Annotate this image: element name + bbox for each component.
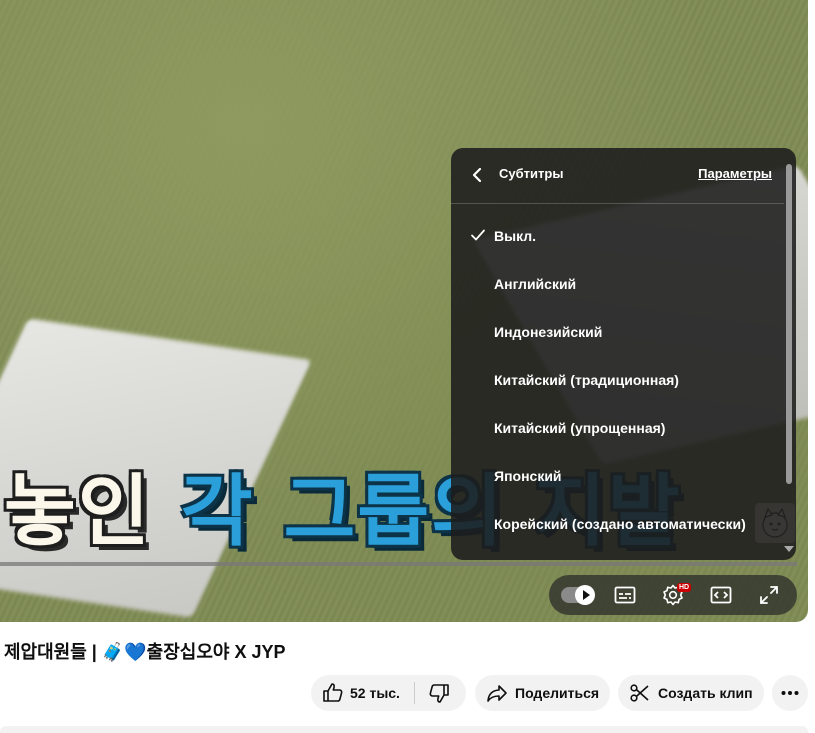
subtitle-option-japanese[interactable]: Японский — [451, 452, 784, 500]
subtitles-params-link[interactable]: Параметры — [698, 166, 772, 181]
subtitles-menu-title: Субтитры — [499, 166, 564, 181]
dislike-button[interactable] — [415, 675, 466, 711]
subtitle-option-label: Выкл. — [494, 228, 537, 244]
caption-white-text: 놓인 — [4, 467, 181, 557]
chevron-left-icon — [472, 167, 482, 183]
video-title: 제압대원들 | 🧳💙출장십오야 X JYP — [4, 642, 286, 662]
back-button[interactable] — [465, 162, 491, 188]
thumbs-down-icon — [429, 684, 449, 703]
subtitle-option-label: Китайский (упрощенная) — [494, 420, 666, 436]
description-box[interactable] — [0, 726, 808, 733]
player-controls: HD — [549, 575, 797, 615]
hd-badge: HD — [677, 583, 692, 592]
subtitle-option-label: Японский — [494, 468, 562, 484]
like-dislike-group: 52 тыс. — [311, 675, 466, 711]
more-horizontal-icon — [781, 691, 799, 695]
subtitles-icon — [614, 586, 636, 604]
fullscreen-icon — [760, 586, 778, 604]
fullscreen-button[interactable] — [757, 583, 781, 607]
thumbs-up-icon — [323, 683, 343, 702]
scroll-down-arrow-icon[interactable] — [784, 546, 794, 552]
subtitle-option-label: Английский — [494, 276, 577, 292]
subtitles-menu: Субтитры Параметры Выкл. Английский Индо… — [451, 148, 796, 560]
subtitle-option-indonesian[interactable]: Индонезийский — [451, 308, 784, 356]
subtitle-option-label: Индонезийский — [494, 324, 603, 340]
progress-bar[interactable] — [0, 562, 797, 566]
subtitles-button[interactable] — [613, 583, 637, 607]
checkmark-icon — [471, 229, 485, 241]
share-icon — [487, 685, 507, 702]
like-button[interactable]: 52 тыс. — [311, 675, 414, 711]
subtitle-option-korean-auto[interactable]: Корейский (создано автоматически) — [451, 500, 784, 548]
embed-button[interactable] — [709, 583, 733, 607]
play-icon — [575, 585, 595, 605]
subtitles-menu-header: Субтитры Параметры — [451, 148, 784, 204]
subtitle-option-chinese-traditional[interactable]: Китайский (традиционная) — [451, 356, 784, 404]
subtitle-option-off[interactable]: Выкл. — [451, 212, 784, 260]
video-player[interactable]: 놓인 각 그룹의 지발 Субтитры Параметры Выкл. Анг… — [0, 0, 808, 622]
like-count: 52 тыс. — [350, 685, 400, 701]
create-clip-button[interactable]: Создать клип — [618, 675, 764, 711]
autoplay-toggle[interactable] — [561, 585, 595, 605]
more-actions-button[interactable] — [772, 675, 808, 711]
share-button[interactable]: Поделиться — [475, 675, 610, 711]
share-label: Поделиться — [515, 685, 600, 701]
menu-scrollbar-thumb[interactable] — [786, 164, 792, 484]
subtitle-option-english[interactable]: Английский — [451, 260, 784, 308]
scissors-icon — [630, 684, 649, 702]
code-icon — [710, 586, 732, 604]
subtitle-option-chinese-simplified[interactable]: Китайский (упрощенная) — [451, 404, 784, 452]
subtitle-option-label: Корейский (создано автоматически) — [494, 516, 746, 532]
create-clip-label: Создать клип — [658, 685, 753, 701]
subtitle-option-label: Китайский (традиционная) — [494, 372, 679, 388]
